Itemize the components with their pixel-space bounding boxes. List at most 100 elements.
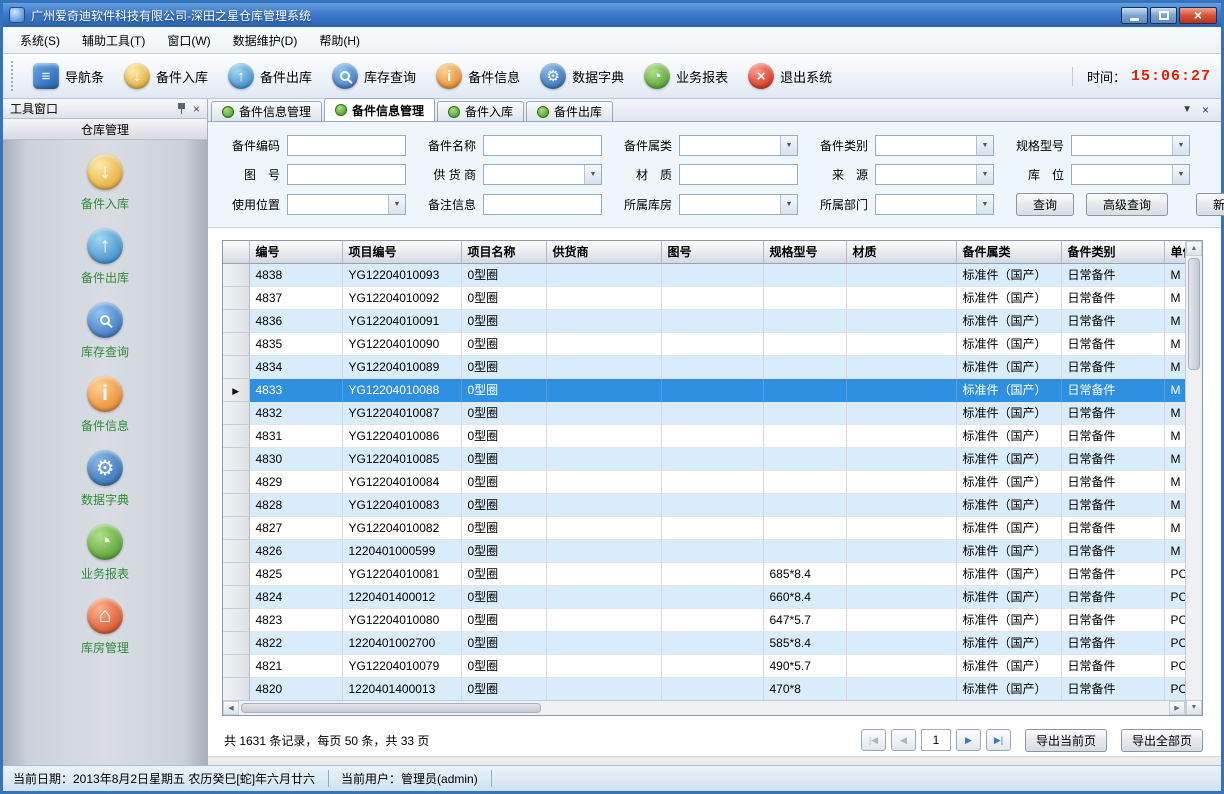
sidebar-item-warehouse-mgmt[interactable]: ⌂库房管理 (81, 598, 129, 656)
row-selector-cell[interactable] (223, 447, 249, 470)
grid-column-header-7[interactable]: 备件属类 (956, 241, 1061, 263)
search-select-2-2[interactable]: ▼ (679, 194, 798, 215)
table-row[interactable]: 4831YG122040100860型圈标准件（国产）日常备件M (223, 424, 1185, 447)
horizontal-scrollbar[interactable]: ◀ ▶ (223, 700, 1185, 715)
sidebar-item-parts-outbound[interactable]: ↑备件出库 (81, 228, 129, 286)
table-row[interactable]: ▶4833YG122040100880型圈标准件（国产）日常备件M (223, 378, 1185, 401)
table-row[interactable]: 4837YG122040100920型圈标准件（国产）日常备件M (223, 286, 1185, 309)
tab-list-chevron-down-icon[interactable]: ▼ (1182, 105, 1192, 115)
row-selector-cell[interactable] (223, 355, 249, 378)
search-input-1-0[interactable] (287, 164, 406, 185)
table-row[interactable]: 482412204014000120型圈660*8.4标准件（国产）日常备件PC (223, 585, 1185, 608)
first-page-button[interactable]: |◀ (861, 729, 886, 751)
table-row[interactable]: 4825YG122040100810型圈685*8.4标准件（国产）日常备件PC (223, 562, 1185, 585)
row-selector-cell[interactable] (223, 286, 249, 309)
toolbar-parts-inbound-button[interactable]: ↓备件入库 (115, 59, 217, 93)
table-row[interactable]: 4836YG122040100910型圈标准件（国产）日常备件M (223, 309, 1185, 332)
last-page-button[interactable]: ▶| (986, 729, 1011, 751)
grid-column-header-8[interactable]: 备件类别 (1061, 241, 1164, 263)
table-row[interactable]: 4823YG122040100800型圈647*5.7标准件（国产）日常备件PC (223, 608, 1185, 631)
search-select-1-3[interactable]: ▼ (875, 164, 994, 185)
search-input-0-1[interactable] (483, 135, 602, 156)
search-select-0-3[interactable]: ▼ (875, 135, 994, 156)
tab-close-icon[interactable]: × (1202, 104, 1209, 116)
tab-0[interactable]: 备件信息管理 (211, 101, 322, 121)
horizontal-scrollbar-thumb[interactable] (241, 703, 541, 713)
tab-3[interactable]: 备件出库 (526, 101, 613, 121)
search-input-1-2[interactable] (679, 164, 798, 185)
row-selector-cell[interactable] (223, 539, 249, 562)
search-select-2-3[interactable]: ▼ (875, 194, 994, 215)
menu-help[interactable]: 帮助(H) (308, 27, 371, 54)
toolbar-business-report-button[interactable]: ◔业务报表 (635, 59, 737, 93)
table-row[interactable]: 4832YG122040100870型圈标准件（国产）日常备件M (223, 401, 1185, 424)
grid-column-header-4[interactable]: 图号 (661, 241, 763, 263)
row-selector-cell[interactable] (223, 677, 249, 700)
prev-page-button[interactable]: ◀ (891, 729, 916, 751)
sidebar-item-parts-info[interactable]: i备件信息 (81, 376, 129, 434)
sidebar-item-business-report[interactable]: ◔业务报表 (81, 524, 129, 582)
search-input-2-1[interactable] (483, 194, 602, 215)
scroll-left-icon[interactable]: ◀ (223, 701, 239, 715)
export-all-pages-button[interactable]: 导出全部页 (1121, 729, 1203, 752)
grid-column-header-6[interactable]: 材质 (846, 241, 956, 263)
menu-aux-tools[interactable]: 辅助工具(T) (71, 27, 156, 54)
grid-column-header-9[interactable]: 单位 (1164, 241, 1185, 263)
grid-column-header-3[interactable]: 供货商 (546, 241, 661, 263)
menu-window[interactable]: 窗口(W) (156, 27, 221, 54)
row-selector-cell[interactable] (223, 263, 249, 286)
row-selector-cell[interactable] (223, 608, 249, 631)
toolbar-parts-info-button[interactable]: i备件信息 (427, 59, 529, 93)
pin-icon[interactable] (177, 103, 186, 114)
sidebar-item-parts-inbound[interactable]: ↓备件入库 (81, 154, 129, 212)
new-button[interactable]: 新建 (1196, 193, 1224, 216)
row-selector-cell[interactable] (223, 424, 249, 447)
tab-2[interactable]: 备件入库 (437, 101, 524, 121)
row-selector-cell[interactable] (223, 332, 249, 355)
menu-data-maintenance[interactable]: 数据维护(D) (222, 27, 309, 54)
search-select-1-4[interactable]: ▼ (1071, 164, 1190, 185)
search-select-0-2[interactable]: ▼ (679, 135, 798, 156)
table-row[interactable]: 4827YG122040100820型圈标准件（国产）日常备件M (223, 516, 1185, 539)
grid-column-header-0[interactable]: 编号 (249, 241, 342, 263)
row-selector-cell[interactable] (223, 401, 249, 424)
table-row[interactable]: 4835YG122040100900型圈标准件（国产）日常备件M (223, 332, 1185, 355)
close-button[interactable]: × (1179, 7, 1217, 24)
toolbar-exit-system-button[interactable]: ×退出系统 (739, 59, 841, 93)
row-selector-cell[interactable] (223, 309, 249, 332)
scroll-right-icon[interactable]: ▶ (1169, 701, 1185, 715)
query-button[interactable]: 查询 (1016, 193, 1074, 216)
menu-system[interactable]: 系统(S) (9, 27, 71, 54)
search-select-1-1[interactable]: ▼ (483, 164, 602, 185)
tab-1[interactable]: 备件信息管理 (324, 98, 435, 121)
scroll-up-icon[interactable]: ▲ (1186, 241, 1202, 256)
table-row[interactable]: 4829YG122040100840型圈标准件（国产）日常备件M (223, 470, 1185, 493)
toolbar-stock-query-button[interactable]: 库存查询 (323, 59, 425, 93)
table-row[interactable]: 4838YG122040100930型圈标准件（国产）日常备件M (223, 263, 1185, 286)
sidebar-item-stock-query[interactable]: 库存查询 (81, 302, 129, 360)
toolbar-navbar-button[interactable]: ≡导航条 (24, 59, 113, 93)
toolbar-parts-outbound-button[interactable]: ↑备件出库 (219, 59, 321, 93)
vertical-scrollbar-track[interactable] (1186, 256, 1202, 700)
grid-column-header-5[interactable]: 规格型号 (763, 241, 846, 263)
search-input-0-0[interactable] (287, 135, 406, 156)
table-row[interactable]: 482612204010005990型圈标准件（国产）日常备件M (223, 539, 1185, 562)
export-current-page-button[interactable]: 导出当前页 (1025, 729, 1107, 752)
search-select-0-4[interactable]: ▼ (1071, 135, 1190, 156)
advanced-query-button[interactable]: 高级查询 (1086, 193, 1168, 216)
row-selector-cell[interactable] (223, 470, 249, 493)
maximize-button[interactable] (1150, 7, 1177, 24)
toolbar-data-dictionary-button[interactable]: ⚙数据字典 (531, 59, 633, 93)
row-selector-cell[interactable] (223, 493, 249, 516)
minimize-button[interactable] (1121, 7, 1148, 24)
table-row[interactable]: 4821YG122040100790型圈490*5.7标准件（国产）日常备件PC (223, 654, 1185, 677)
row-selector-cell[interactable] (223, 654, 249, 677)
table-row[interactable]: 4834YG122040100890型圈标准件（国产）日常备件M (223, 355, 1185, 378)
row-selector-cell[interactable] (223, 631, 249, 654)
grid-column-header-1[interactable]: 项目编号 (342, 241, 461, 263)
horizontal-scrollbar-track[interactable] (239, 701, 1169, 715)
grid-column-header-2[interactable]: 项目名称 (461, 241, 546, 263)
search-select-2-0[interactable]: ▼ (287, 194, 406, 215)
scroll-down-icon[interactable]: ▼ (1186, 700, 1202, 715)
table-row[interactable]: 4830YG122040100850型圈标准件（国产）日常备件M (223, 447, 1185, 470)
